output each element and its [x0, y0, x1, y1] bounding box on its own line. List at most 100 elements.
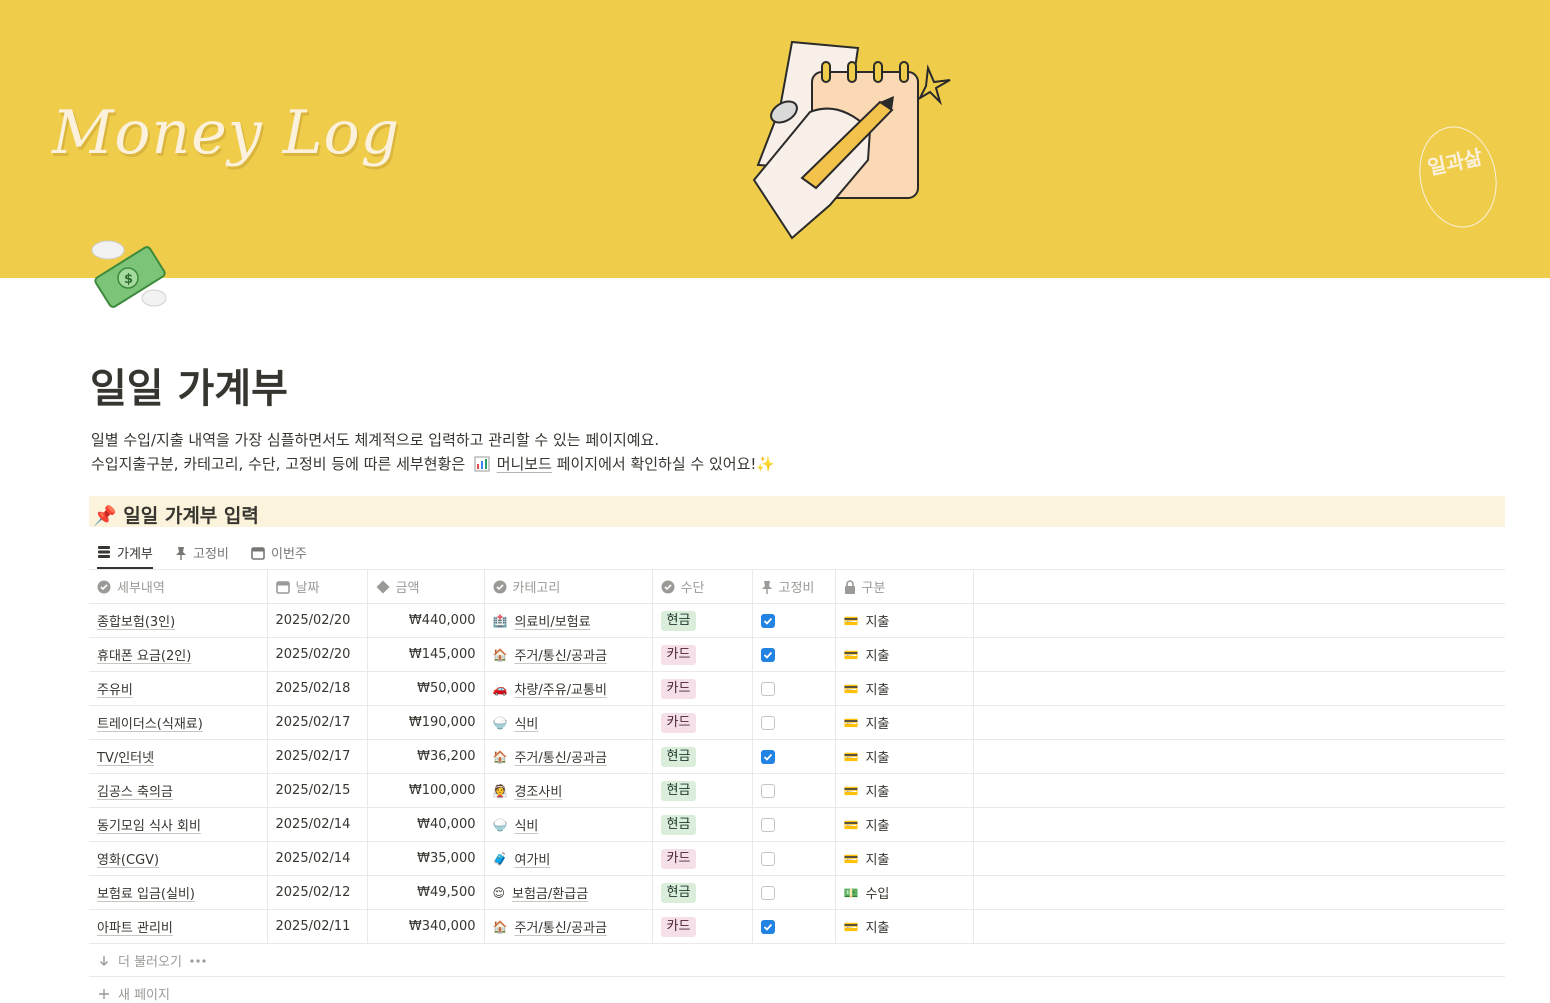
cell-amount[interactable]: ₩100,000 [367, 773, 485, 808]
cell-date[interactable]: 2025/02/12 [267, 875, 368, 910]
category-link[interactable]: 여가비 [514, 849, 550, 868]
cell-fixed[interactable] [752, 637, 836, 672]
cell-fixed[interactable] [752, 671, 836, 706]
item-title[interactable]: TV/인터넷 [97, 751, 154, 766]
cell-item[interactable]: 동기모임 식사 회비 [89, 807, 268, 842]
cell-amount[interactable]: ₩50,000 [367, 671, 485, 706]
item-title[interactable]: 휴대폰 요금(2인) [97, 649, 191, 664]
cell-type[interactable]: 💳 지출 [835, 603, 974, 638]
cell-method[interactable]: 현금 [652, 875, 753, 910]
cell-category[interactable]: 🧳 여가비 [484, 841, 653, 876]
load-more-button[interactable]: 더 불러오기 [98, 951, 206, 970]
cell-item[interactable]: TV/인터넷 [89, 739, 268, 774]
category-link[interactable]: 식비 [514, 713, 538, 732]
table-row[interactable]: 종합보험(3인) 2025/02/20 ₩440,000 🏥 의료비/보험료 현금 💳 지출 [89, 603, 1505, 638]
cell-type[interactable]: 💳 지출 [835, 671, 974, 706]
cell-method[interactable]: 카드 [652, 705, 753, 740]
cell-item[interactable]: 아파트 관리비 [89, 909, 268, 944]
fixed-checkbox[interactable] [760, 919, 775, 934]
item-title[interactable]: 주유비 [97, 683, 133, 698]
cell-method[interactable]: 카드 [652, 909, 753, 944]
cell-date[interactable]: 2025/02/18 [267, 671, 368, 706]
cell-amount[interactable]: ₩36,200 [367, 739, 485, 774]
cell-fixed[interactable] [752, 603, 836, 638]
tab-household-ledger[interactable]: 가계부 [97, 537, 153, 569]
cell-amount[interactable]: ₩440,000 [367, 603, 485, 638]
cell-item[interactable]: 휴대폰 요금(2인) [89, 637, 268, 672]
item-title[interactable]: 트레이더스(식재료) [97, 717, 203, 732]
fixed-checkbox[interactable] [760, 817, 775, 832]
cell-category[interactable]: 🏠 주거/통신/공과금 [484, 739, 653, 774]
cell-method[interactable]: 현금 [652, 603, 753, 638]
fixed-checkbox[interactable] [760, 647, 775, 662]
cell-date[interactable]: 2025/02/17 [267, 705, 368, 740]
cell-date[interactable]: 2025/02/15 [267, 773, 368, 808]
cell-date[interactable]: 2025/02/11 [267, 909, 368, 944]
cell-category[interactable]: 😌 보험금/환급금 [484, 875, 653, 910]
fixed-checkbox[interactable] [760, 715, 775, 730]
item-title[interactable]: 영화(CGV) [97, 853, 159, 868]
table-row[interactable]: 영화(CGV) 2025/02/14 ₩35,000 🧳 여가비 카드 💳 지출 [89, 841, 1505, 876]
cell-date[interactable]: 2025/02/14 [267, 807, 368, 842]
fixed-checkbox[interactable] [760, 613, 775, 628]
cell-category[interactable]: 🍚 식비 [484, 807, 653, 842]
table-row[interactable]: 주유비 2025/02/18 ₩50,000 🚗 차량/주유/교통비 카드 💳 지출 [89, 671, 1505, 706]
cell-type[interactable]: 💳 지출 [835, 739, 974, 774]
cell-category[interactable]: 👰 경조사비 [484, 773, 653, 808]
cell-type[interactable]: 💳 지출 [835, 773, 974, 808]
cell-fixed[interactable] [752, 807, 836, 842]
item-title[interactable]: 김공스 축의금 [97, 785, 173, 800]
moneyboard-link[interactable]: 머니보드 [497, 455, 552, 473]
table-row[interactable]: TV/인터넷 2025/02/17 ₩36,200 🏠 주거/통신/공과금 현금 💳 지출 [89, 739, 1505, 774]
cell-type[interactable]: 💳 지출 [835, 841, 974, 876]
table-row[interactable]: 휴대폰 요금(2인) 2025/02/20 ₩145,000 🏠 주거/통신/공과금 카드… [89, 637, 1505, 672]
table-row[interactable]: 트레이더스(식재료) 2025/02/17 ₩190,000 🍚 식비 카드 💳 지출 [89, 705, 1505, 740]
fixed-checkbox[interactable] [760, 851, 775, 866]
cell-type[interactable]: 💳 지출 [835, 909, 974, 944]
item-title[interactable]: 아파트 관리비 [97, 921, 173, 936]
tab-fixed-cost[interactable]: 고정비 [175, 537, 229, 568]
table-row[interactable]: 김공스 축의금 2025/02/15 ₩100,000 👰 경조사비 현금 💳 지출 [89, 773, 1505, 808]
cell-amount[interactable]: ₩40,000 [367, 807, 485, 842]
cell-amount[interactable]: ₩190,000 [367, 705, 485, 740]
cell-category[interactable]: 🍚 식비 [484, 705, 653, 740]
category-link[interactable]: 주거/통신/공과금 [514, 645, 606, 664]
cell-fixed[interactable] [752, 705, 836, 740]
cell-method[interactable]: 현금 [652, 807, 753, 842]
cell-date[interactable]: 2025/02/14 [267, 841, 368, 876]
col-header-method[interactable]: 수단 [652, 570, 753, 604]
cell-item[interactable]: 종합보험(3인) [89, 603, 268, 638]
category-link[interactable]: 주거/통신/공과금 [514, 747, 606, 766]
item-title[interactable]: 종합보험(3인) [97, 615, 175, 630]
cell-date[interactable]: 2025/02/20 [267, 637, 368, 672]
category-link[interactable]: 경조사비 [514, 781, 562, 800]
tab-this-week[interactable]: 이번주 [251, 537, 307, 568]
cell-date[interactable]: 2025/02/17 [267, 739, 368, 774]
table-row[interactable]: 아파트 관리비 2025/02/11 ₩340,000 🏠 주거/통신/공과금 카드 💳 지출 [89, 909, 1505, 944]
cell-type[interactable]: 💳 지출 [835, 807, 974, 842]
cell-type[interactable]: 💵 수입 [835, 875, 974, 910]
cell-category[interactable]: 🏠 주거/통신/공과금 [484, 909, 653, 944]
cell-amount[interactable]: ₩49,500 [367, 875, 485, 910]
col-header-date[interactable]: 날짜 [267, 570, 368, 604]
col-header-amount[interactable]: 금액 [367, 570, 485, 604]
cell-amount[interactable]: ₩35,000 [367, 841, 485, 876]
cell-method[interactable]: 카드 [652, 841, 753, 876]
cell-method[interactable]: 카드 [652, 637, 753, 672]
cell-item[interactable]: 김공스 축의금 [89, 773, 268, 808]
cell-category[interactable]: 🚗 차량/주유/교통비 [484, 671, 653, 706]
fixed-checkbox[interactable] [760, 885, 775, 900]
fixed-checkbox[interactable] [760, 783, 775, 798]
item-title[interactable]: 동기모임 식사 회비 [97, 819, 201, 834]
cell-amount[interactable]: ₩145,000 [367, 637, 485, 672]
table-row[interactable]: 동기모임 식사 회비 2025/02/14 ₩40,000 🍚 식비 현금 💳 지출 [89, 807, 1505, 842]
cell-fixed[interactable] [752, 909, 836, 944]
category-link[interactable]: 차량/주유/교통비 [514, 679, 606, 698]
cell-item[interactable]: 영화(CGV) [89, 841, 268, 876]
cell-item[interactable]: 주유비 [89, 671, 268, 706]
category-link[interactable]: 의료비/보험료 [514, 611, 590, 630]
cell-method[interactable]: 현금 [652, 739, 753, 774]
col-header-fixed[interactable]: 고정비 [752, 570, 836, 604]
cell-item[interactable]: 보험료 입금(실비) [89, 875, 268, 910]
cell-method[interactable]: 카드 [652, 671, 753, 706]
